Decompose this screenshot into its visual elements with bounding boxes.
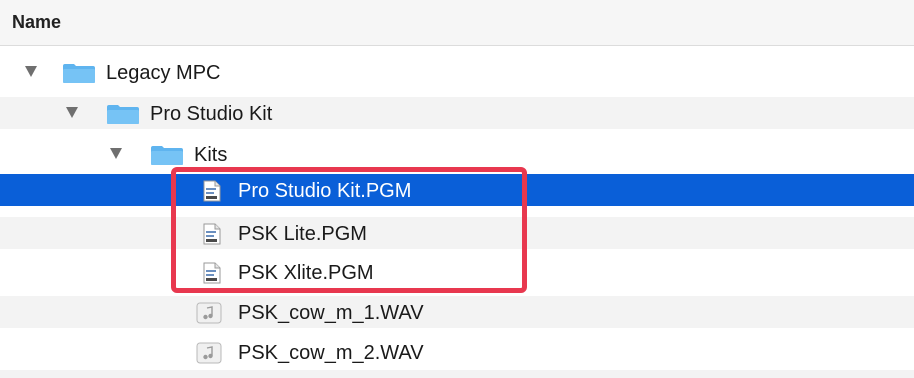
row-label: Legacy MPC [106,62,221,84]
folder-icon [63,64,95,83]
disclosure-triangle-icon[interactable] [25,66,37,77]
list-row-psk-cow-m-1-wav[interactable]: PSK_cow_m_1.WAV [0,296,914,328]
column-header-name[interactable]: Name [12,12,61,32]
disclosure-triangle-icon[interactable] [66,107,78,118]
folder-icon [151,146,183,165]
list-row-legacy-mpc[interactable]: Legacy MPC [0,56,914,88]
list-row-psk-cow-m-2-wav[interactable]: PSK_cow_m_2.WAV [0,336,914,368]
row-label: Kits [194,144,228,166]
disclosure-triangle-icon[interactable] [110,148,122,159]
finder-list-view: Name Legacy MPC Pro Studio Kit Kits Pro … [0,0,914,378]
row-label: PSK_cow_m_2.WAV [238,342,424,364]
list-row-kits[interactable]: Kits [0,138,914,170]
list-row-partial [0,370,914,378]
list-row-pro-studio-kit[interactable]: Pro Studio Kit [0,97,914,129]
row-label: PSK_cow_m_1.WAV [238,302,424,324]
audio-file-icon [196,342,222,364]
folder-icon [107,105,139,124]
row-label: Pro Studio Kit [150,103,273,125]
column-header[interactable]: Name [0,0,914,46]
annotation-highlight-box [171,167,527,293]
audio-file-icon [196,302,222,324]
